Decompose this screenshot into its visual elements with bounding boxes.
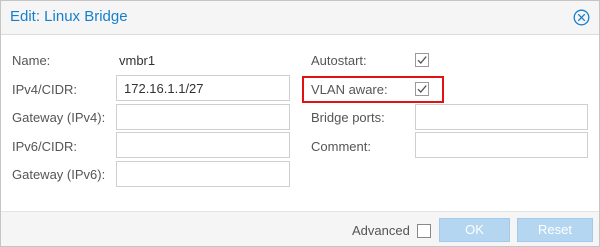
name-value: vmbr1	[119, 53, 156, 68]
advanced-checkbox[interactable]	[417, 224, 431, 238]
autostart-checkbox[interactable]	[415, 53, 429, 67]
advanced-label: Advanced	[352, 223, 410, 238]
gateway-ipv4-input[interactable]	[116, 104, 290, 130]
checkmark-icon	[415, 53, 429, 67]
gateway-ipv6-label: Gateway (IPv6):	[12, 167, 106, 182]
ok-button[interactable]: OK	[439, 218, 510, 242]
reset-button[interactable]: Reset	[517, 218, 593, 242]
name-label: Name:	[12, 53, 51, 68]
gateway-ipv6-input[interactable]	[116, 161, 290, 187]
dialog-header: Edit: Linux Bridge	[1, 1, 599, 35]
gateway-ipv4-label: Gateway (IPv4):	[12, 110, 106, 125]
dialog-title: Edit: Linux Bridge	[10, 8, 128, 25]
vlan-aware-checkbox[interactable]	[415, 82, 429, 96]
vlan-aware-label: VLAN aware:	[311, 82, 388, 97]
bridge-ports-input[interactable]	[415, 104, 588, 130]
ipv6-cidr-label: IPv6/CIDR:	[12, 139, 78, 154]
autostart-label: Autostart:	[311, 53, 367, 68]
ipv4-cidr-label: IPv4/CIDR:	[12, 82, 78, 97]
ipv6-cidr-input[interactable]	[116, 132, 290, 158]
checkmark-icon	[415, 82, 429, 96]
ipv4-cidr-input[interactable]	[116, 75, 290, 101]
dialog-footer: Advanced OK Reset	[1, 211, 599, 246]
close-icon[interactable]	[573, 9, 590, 26]
comment-input[interactable]	[415, 132, 588, 158]
bridge-ports-label: Bridge ports:	[311, 110, 385, 125]
dialog-body: Name: vmbr1 IPv4/CIDR: Gateway (IPv4): I…	[1, 36, 599, 211]
comment-label: Comment:	[311, 139, 371, 154]
edit-linux-bridge-dialog: Edit: Linux Bridge Name: vmbr1 IPv4/CIDR…	[0, 0, 600, 247]
